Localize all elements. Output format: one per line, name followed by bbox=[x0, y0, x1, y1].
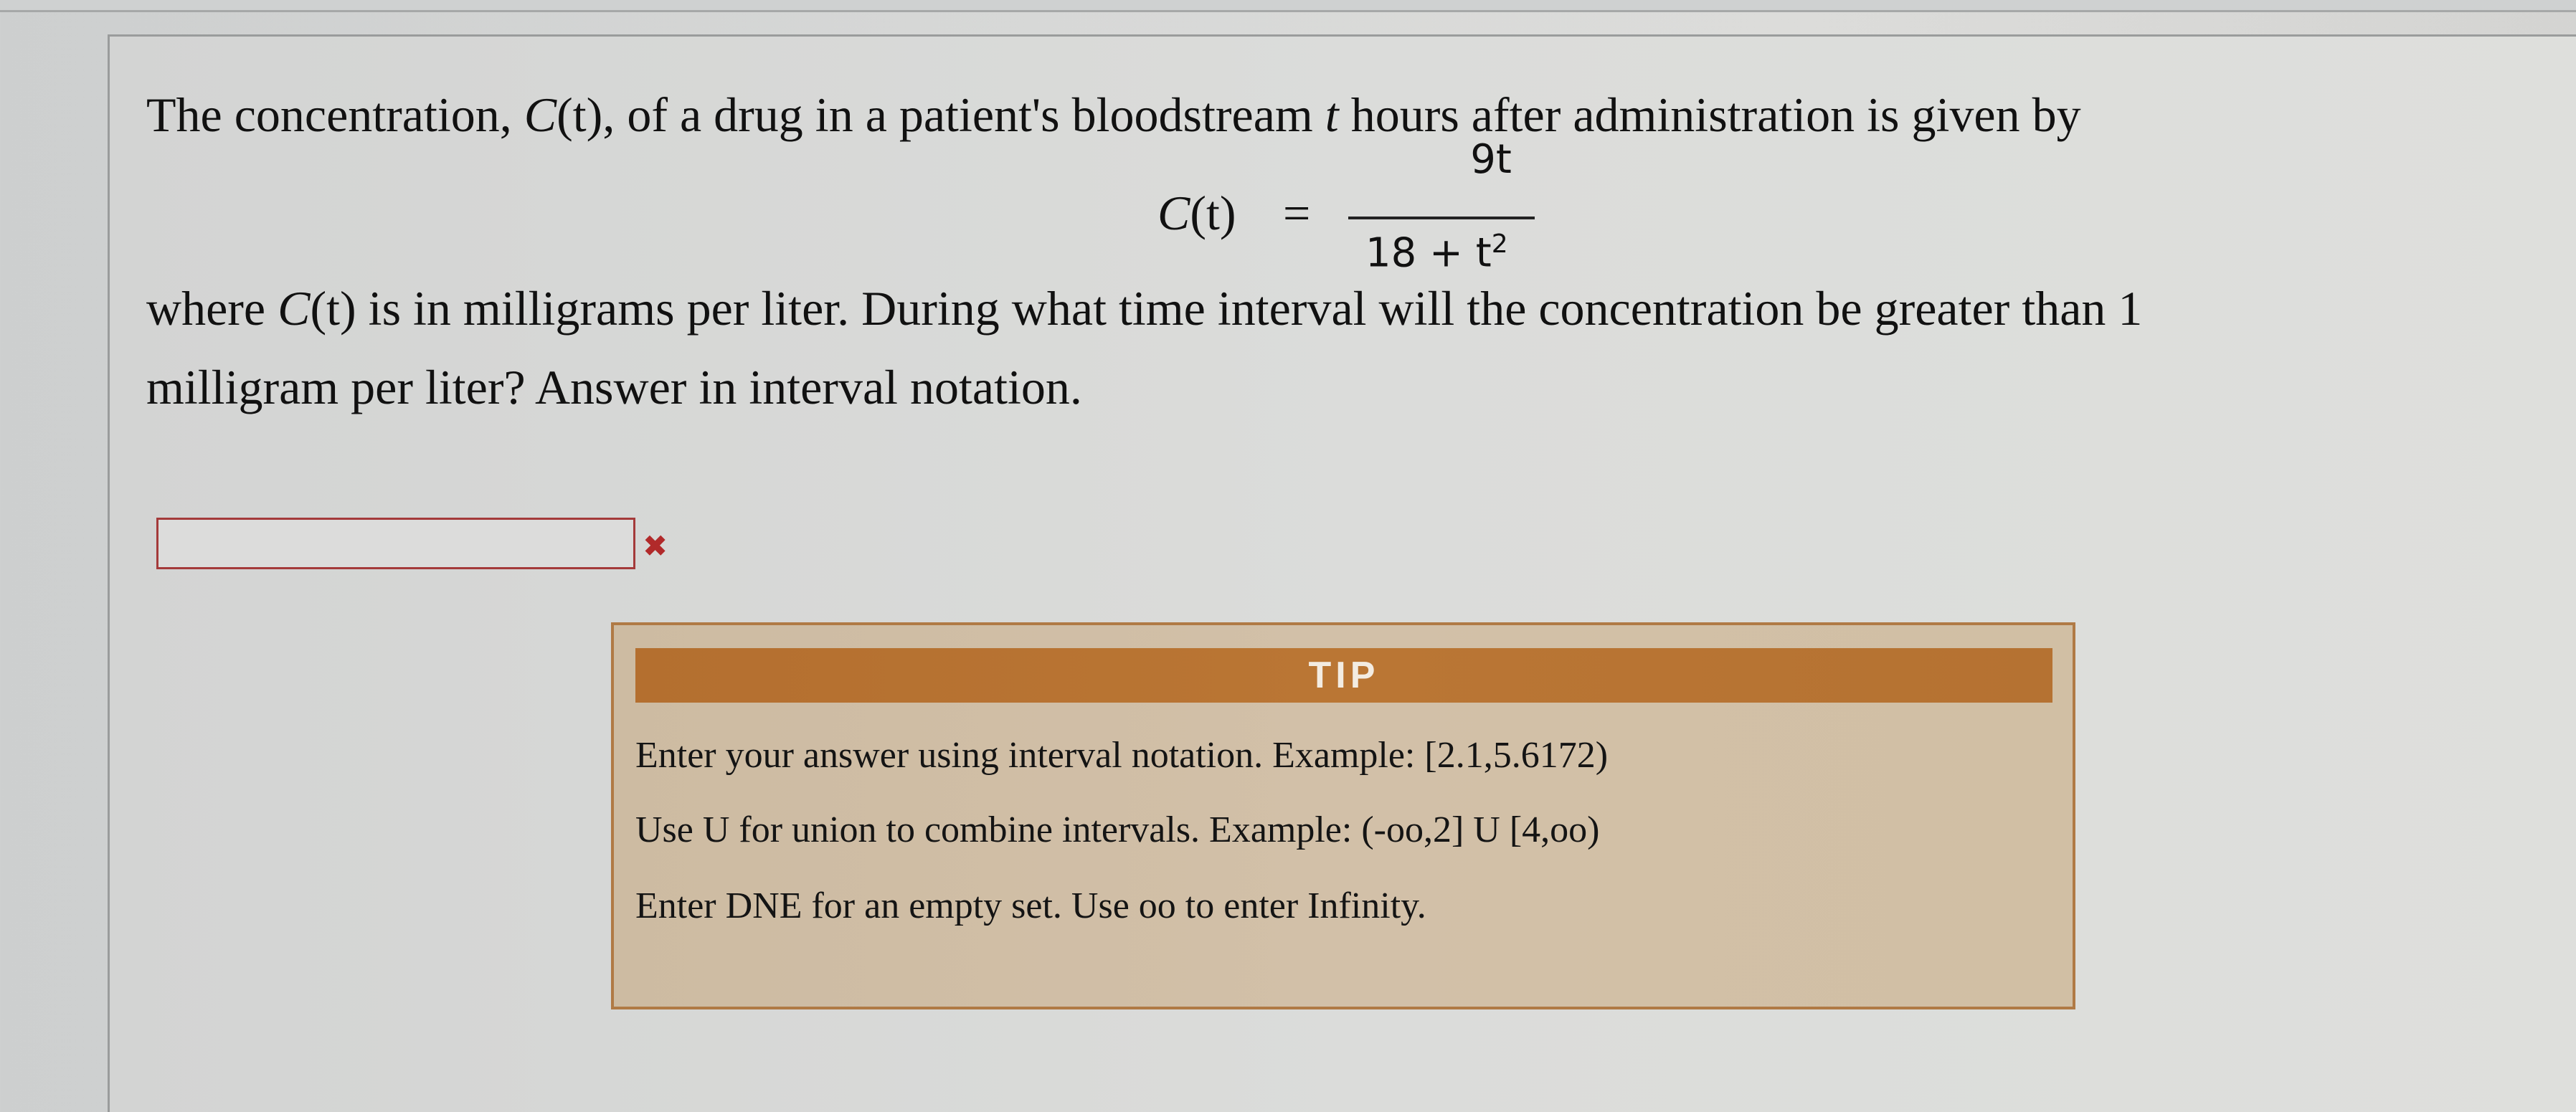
x-error-icon: ✖ bbox=[643, 528, 668, 564]
formula-denominator: 18 + t2 bbox=[1365, 229, 1508, 277]
function-argument: (t) bbox=[310, 281, 356, 336]
problem-text: hours after administration is given by bbox=[1338, 87, 2081, 142]
tip-line-interval: Enter your answer using interval notatio… bbox=[635, 735, 1609, 776]
problem-line-2: where C(t) is in milligrams per liter. D… bbox=[146, 272, 2142, 344]
denominator-exponent: 2 bbox=[1491, 229, 1508, 259]
function-argument: (t) bbox=[557, 87, 603, 142]
tip-line-dne: Enter DNE for an empty set. Use oo to en… bbox=[635, 885, 1426, 926]
variable-t: t bbox=[1325, 87, 1339, 142]
formula-argument: (t) bbox=[1190, 186, 1236, 240]
denominator-base: 18 + t bbox=[1365, 229, 1492, 277]
problem-text: The concentration, bbox=[146, 87, 524, 142]
answer-input[interactable] bbox=[156, 518, 635, 569]
top-border-strip bbox=[0, 0, 2576, 12]
fraction-bar bbox=[1348, 217, 1535, 219]
formula-lhs: C(t) bbox=[1157, 185, 1236, 242]
problem-text: where bbox=[146, 281, 278, 336]
tip-header: TIP bbox=[635, 648, 2052, 703]
tip-line-union: Use U for union to combine intervals. Ex… bbox=[635, 809, 1600, 850]
formula-equals: = bbox=[1283, 186, 1311, 240]
formula-function: C bbox=[1157, 186, 1190, 240]
problem-text: , of a drug in a patient's bloodstream bbox=[602, 87, 1325, 142]
problem-line-1: The concentration, C(t), of a drug in a … bbox=[146, 79, 2081, 151]
function-symbol: C bbox=[278, 281, 311, 336]
problem-text: is in milligrams per liter. During what … bbox=[356, 281, 2143, 336]
function-symbol: C bbox=[524, 87, 557, 142]
problem-line-3: milligram per liter? Answer in interval … bbox=[146, 360, 1082, 414]
tip-box: TIP Enter your answer using interval not… bbox=[611, 622, 2075, 1009]
formula-numerator: 9t bbox=[1470, 136, 1512, 183]
